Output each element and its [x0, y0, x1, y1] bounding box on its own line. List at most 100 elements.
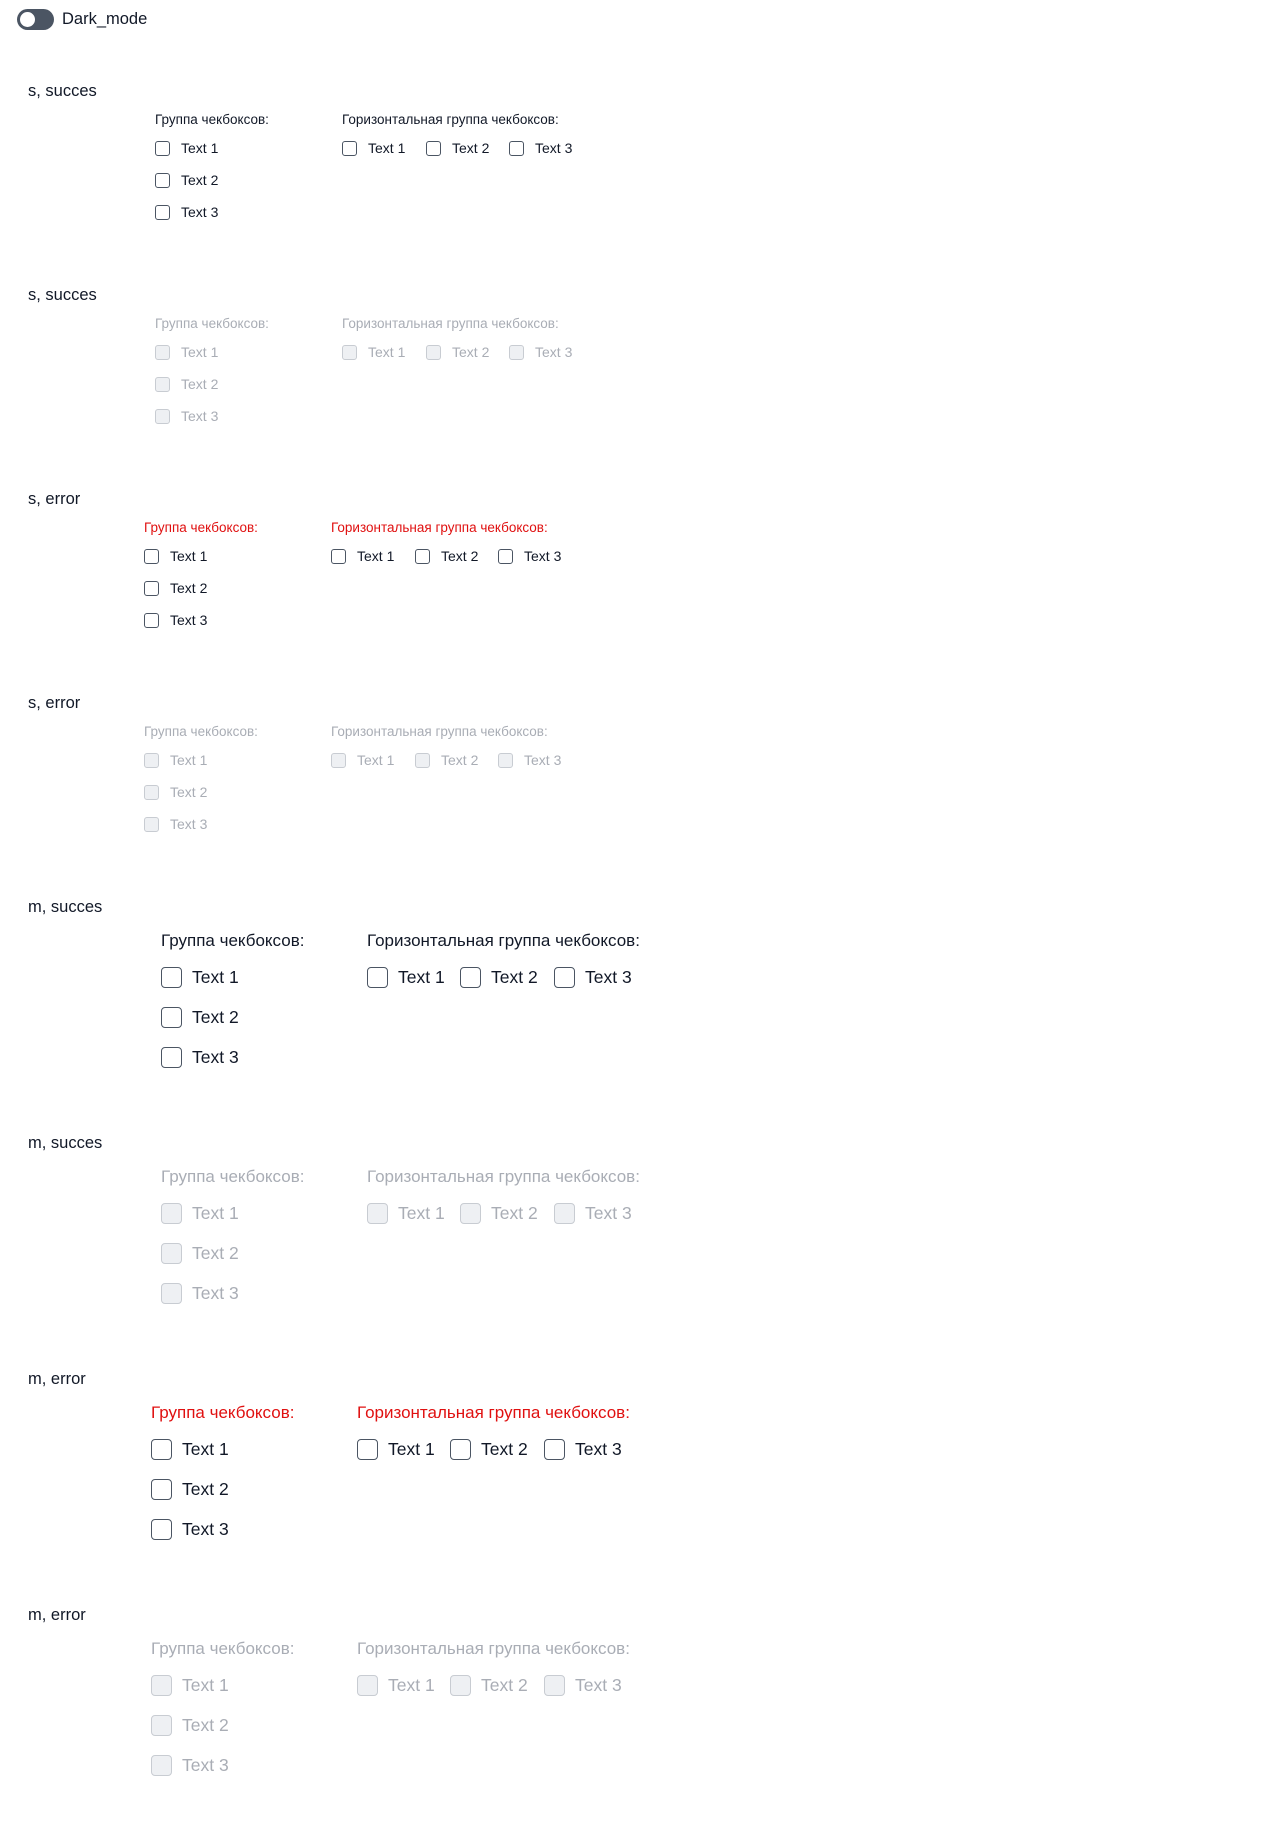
checkbox[interactable] — [151, 1519, 172, 1540]
checkbox[interactable] — [554, 967, 575, 988]
checkbox — [161, 1243, 182, 1264]
checkbox[interactable] — [367, 967, 388, 988]
checkbox-option[interactable]: Text 2 — [155, 172, 218, 188]
checkbox-option[interactable]: Text 1 — [161, 967, 239, 988]
checkbox-option[interactable]: Text 1 — [331, 548, 394, 564]
checkbox[interactable] — [426, 140, 441, 156]
checkbox-label: Text 1 — [388, 1439, 435, 1459]
checkbox — [544, 1675, 565, 1696]
checkbox-option[interactable]: Text 1 — [144, 548, 207, 564]
toggle-knob — [20, 12, 35, 27]
checkbox-option[interactable]: Text 2 — [151, 1479, 229, 1500]
checkbox — [509, 344, 524, 360]
checkbox[interactable] — [331, 548, 346, 564]
checkbox-option[interactable]: Text 3 — [498, 548, 561, 564]
section-title: m, succes — [28, 898, 103, 916]
section-title: s, error — [28, 490, 81, 508]
checkbox-label: Text 3 — [585, 1203, 632, 1223]
checkbox-label: Text 1 — [357, 548, 395, 564]
checkbox-option: Text 1 — [357, 1675, 435, 1696]
horizontal-group-label: Горизонтальная группа чекбоксов: — [331, 724, 548, 739]
checkbox-label: Text 3 — [524, 548, 562, 564]
checkbox-label: Text 3 — [575, 1439, 622, 1459]
checkbox[interactable] — [415, 548, 430, 564]
checkbox-option: Text 2 — [161, 1243, 239, 1264]
checkbox-option[interactable]: Text 2 — [144, 580, 207, 596]
checkbox — [554, 1203, 575, 1224]
group-label: Группа чекбоксов: — [161, 931, 305, 950]
horizontal-group-label: Горизонтальная группа чекбоксов: — [342, 316, 559, 331]
checkbox — [151, 1755, 172, 1776]
checkbox[interactable] — [450, 1439, 471, 1460]
checkbox-option: Text 2 — [415, 752, 478, 768]
checkbox-option[interactable]: Text 1 — [367, 967, 445, 988]
checkbox-option[interactable]: Text 3 — [144, 612, 207, 628]
checkbox-option[interactable]: Text 1 — [342, 140, 405, 156]
checkbox[interactable] — [161, 967, 182, 988]
checkbox-option: Text 3 — [509, 344, 572, 360]
checkbox-option[interactable]: Text 2 — [450, 1439, 528, 1460]
checkbox-option[interactable]: Text 3 — [544, 1439, 622, 1460]
checkbox-option[interactable]: Text 1 — [151, 1439, 229, 1460]
checkbox[interactable] — [151, 1439, 172, 1460]
checkbox[interactable] — [155, 204, 170, 220]
checkbox-label: Text 2 — [181, 376, 219, 392]
checkbox-option[interactable]: Text 1 — [155, 140, 218, 156]
checkbox-option[interactable]: Text 3 — [155, 204, 218, 220]
checkbox-option: Text 1 — [155, 344, 218, 360]
checkbox[interactable] — [342, 140, 357, 156]
checkbox-label: Text 2 — [192, 1243, 239, 1263]
checkbox-label: Text 3 — [182, 1519, 229, 1539]
checkbox[interactable] — [144, 612, 159, 628]
checkbox[interactable] — [357, 1439, 378, 1460]
checkbox-option[interactable]: Text 2 — [415, 548, 478, 564]
checkbox — [144, 784, 159, 800]
checkbox-option: Text 3 — [144, 816, 207, 832]
checkbox-option[interactable]: Text 2 — [460, 967, 538, 988]
checkbox-label: Text 1 — [182, 1439, 229, 1459]
section-title: m, error — [28, 1370, 86, 1388]
checkbox-option: Text 2 — [450, 1675, 528, 1696]
checkbox[interactable] — [498, 548, 513, 564]
checkbox-label: Text 3 — [181, 204, 219, 220]
checkbox-label: Text 3 — [535, 140, 573, 156]
checkbox-option[interactable]: Text 3 — [509, 140, 572, 156]
checkbox — [155, 344, 170, 360]
checkbox-option[interactable]: Text 2 — [426, 140, 489, 156]
checkbox-option[interactable]: Text 2 — [161, 1007, 239, 1028]
checkbox[interactable] — [144, 580, 159, 596]
checkbox-option[interactable]: Text 1 — [357, 1439, 435, 1460]
checkbox-label: Text 2 — [491, 967, 538, 987]
checkbox[interactable] — [155, 172, 170, 188]
checkbox-label: Text 2 — [441, 548, 479, 564]
checkbox-option: Text 2 — [155, 376, 218, 392]
checkbox-option: Text 2 — [426, 344, 489, 360]
checkbox[interactable] — [155, 140, 170, 156]
checkbox[interactable] — [144, 548, 159, 564]
checkbox — [426, 344, 441, 360]
horizontal-group-label: Горизонтальная группа чекбоксов: — [342, 112, 559, 127]
section-title: s, succes — [28, 286, 97, 304]
checkbox-label: Text 2 — [491, 1203, 538, 1223]
checkbox — [161, 1283, 182, 1304]
checkbox[interactable] — [151, 1479, 172, 1500]
checkbox-option[interactable]: Text 3 — [554, 967, 632, 988]
checkbox[interactable] — [161, 1007, 182, 1028]
checkbox-label: Text 1 — [388, 1675, 435, 1695]
checkbox[interactable] — [460, 967, 481, 988]
checkbox-option: Text 1 — [161, 1203, 239, 1224]
checkbox[interactable] — [509, 140, 524, 156]
checkbox[interactable] — [161, 1047, 182, 1068]
checkbox-label: Text 1 — [181, 344, 219, 360]
checkbox-option: Text 1 — [331, 752, 394, 768]
dark-mode-toggle[interactable] — [17, 9, 54, 30]
checkbox-section: m, error Группа чекбоксов: Text 1 Text 2 Tex… — [0, 1606, 1280, 1806]
checkbox — [357, 1675, 378, 1696]
checkbox-option[interactable]: Text 3 — [151, 1519, 229, 1540]
checkbox-section: m, succes Группа чекбоксов: Text 1 Text 2 Te… — [0, 898, 1280, 1098]
checkbox-option: Text 3 — [155, 408, 218, 424]
checkbox — [498, 752, 513, 768]
horizontal-group-label: Горизонтальная группа чекбоксов: — [357, 1639, 630, 1658]
checkbox-option[interactable]: Text 3 — [161, 1047, 239, 1068]
checkbox[interactable] — [544, 1439, 565, 1460]
